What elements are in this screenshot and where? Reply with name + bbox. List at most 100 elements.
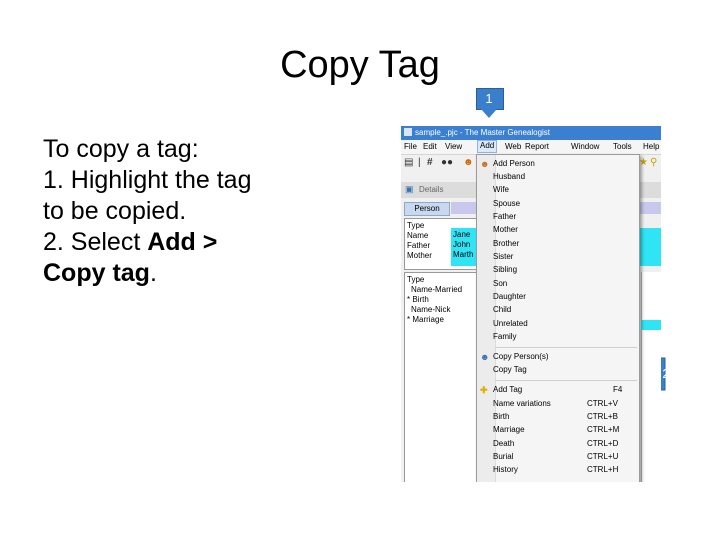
menu-item-label: Sibling [493,265,518,274]
menu-item-label: Copy Person(s) [493,352,549,361]
menu-item-label: Birth [493,412,510,421]
menu-item-mother[interactable]: Mother [477,223,639,236]
menu-item-label: Family [493,332,517,341]
menu-item-shortcut: CTRL+B [587,412,618,421]
instruction-step-2-cont: Copy tag. [43,258,343,289]
menu-item-add-person[interactable]: ☻ Add Person [477,157,639,170]
hash-icon[interactable]: # [427,157,433,168]
instruction-step-2-suffix: . [149,259,157,287]
menu-add[interactable]: Add [477,140,498,153]
tag-row[interactable]: * Birth [407,295,429,304]
menu-item-name-variations[interactable]: Name variations CTRL+V [477,397,639,410]
menu-item-label: Brother [493,239,520,248]
callout-1-arrow [481,109,497,118]
toolbar: ▤ | # ●● ☻ [401,155,481,171]
menu-item-shortcut: CTRL+V [587,399,618,408]
window-title: sample_.pjc - The Master Genealogist [415,128,551,137]
instructions: To copy a tag: 1. Highlight the tag to b… [43,134,343,289]
callout-1-label: 1 [485,91,493,106]
menu-item-child[interactable]: Child [477,303,639,316]
menu-item-shortcut: CTRL+M [587,425,620,434]
instruction-step-1-cont: to be copied. [43,197,187,225]
tag-row[interactable]: Name-Nick [411,305,451,314]
menu-item-husband[interactable]: Husband [477,170,639,183]
menu-help[interactable]: Help [643,142,659,151]
menu-item-burial[interactable]: Burial CTRL+U [477,450,639,463]
people-icon[interactable]: ☻ [463,157,474,168]
menu-item-label: Add Person [493,159,535,168]
menu-item-label: Marriage [493,425,525,434]
menu-item-unrelated[interactable]: Unrelated [477,317,639,330]
menu-item-sibling[interactable]: Sibling [477,263,639,276]
menu-item-shortcut: CTRL+D [587,439,619,448]
menu-item-label: Mother [493,225,518,234]
menu-edit[interactable]: Edit [423,142,437,151]
folder-icon[interactable]: ▤ [404,157,413,168]
people-grid-header: Type [407,221,425,230]
tag-grid: Type Name-Married * Birth Name-Nick * Ma… [404,272,478,482]
menu-item-label: Wife [493,185,509,194]
instruction-step-2-prefix: 2. Select [43,228,148,256]
menu-item-label: Husband [493,172,526,181]
menu-item-label: Copy Tag [493,365,527,374]
menu-item-birth[interactable]: Birth CTRL+B [477,410,639,423]
menu-tools[interactable]: Tools [613,142,632,151]
add-menu: ☻ Add Person Husband Wife Spouse Father M… [476,154,640,482]
menu-separator [495,380,637,381]
menu-item-label: Add Tag [493,385,523,394]
menu-view[interactable]: View [445,142,462,151]
menu-item-copy-tag[interactable]: Copy Tag [477,363,639,376]
menu-item-family[interactable]: Family [477,330,639,343]
binoculars-icon[interactable]: ●● [441,157,453,168]
menu-item-history[interactable]: History CTRL+H [477,463,639,476]
tab-person[interactable]: Person [404,202,450,216]
instruction-step-1: 1. Highlight the tag [43,166,252,194]
details-label: Details [419,185,444,194]
menu-item-label: Father [493,212,517,221]
menu-item-label: Son [493,279,508,288]
app-screenshot: sample_.pjc - The Master Genealogist Fil… [401,126,661,482]
menu-item-shortcut: CTRL+U [587,452,619,461]
menu-separator [495,347,637,348]
people-row-type[interactable]: Name [407,231,428,240]
instruction-step-2: 2. Select Add > [43,227,343,258]
people-row-value[interactable]: John [453,240,470,249]
key-icon[interactable]: ⚲ [650,157,657,168]
star-icon[interactable]: ★ [639,157,648,168]
menu-item-label: Name variations [493,399,551,408]
people-row-type[interactable]: Mother [407,251,432,260]
menu-item-shortcut: F4 [613,385,623,394]
menu-item-spouse[interactable]: Spouse [477,197,639,210]
instruction-heading: To copy a tag: [43,135,199,163]
people-row-type[interactable]: Father [407,241,430,250]
menu-bar: File Edit View Add Web Report Window Too… [401,140,661,155]
slide-title: Copy Tag [280,44,440,86]
menu-item-wife[interactable]: Wife [477,183,639,196]
menu-window[interactable]: Window [571,142,599,151]
menu-item-marriage[interactable]: Marriage CTRL+M [477,423,639,436]
menu-item-label: Daughter [493,292,526,301]
selected-tag-highlight [641,320,661,330]
people-row-value[interactable]: Jane [453,230,470,239]
plus-icon: ✚ [480,385,488,395]
menu-item-copy-persons[interactable]: ☻ Copy Person(s) [477,350,639,363]
menu-item-label: Sister [493,252,514,261]
instruction-step-2-bold: Add > [147,228,218,256]
menu-item-brother[interactable]: Brother [477,237,639,250]
tag-row[interactable]: Name-Married [411,285,462,294]
menu-file[interactable]: File [404,142,417,151]
menu-item-label: Child [493,305,512,314]
menu-item-shortcut: CTRL+H [587,465,619,474]
menu-item-daughter[interactable]: Daughter [477,290,639,303]
menu-item-add-tag[interactable]: ✚ Add Tag F4 [477,383,639,396]
instruction-step-2-cont-bold: Copy tag [43,259,150,287]
people-row-value[interactable]: Marth [453,250,473,259]
menu-item-death[interactable]: Death CTRL+D [477,437,639,450]
menu-item-son[interactable]: Son [477,277,639,290]
menu-item-father[interactable]: Father [477,210,639,223]
menu-item-sister[interactable]: Sister [477,250,639,263]
menu-report[interactable]: Report [525,142,549,151]
callout-1: 1 [476,88,504,118]
menu-web[interactable]: Web [505,142,521,151]
tag-row[interactable]: * Marriage [407,315,444,324]
